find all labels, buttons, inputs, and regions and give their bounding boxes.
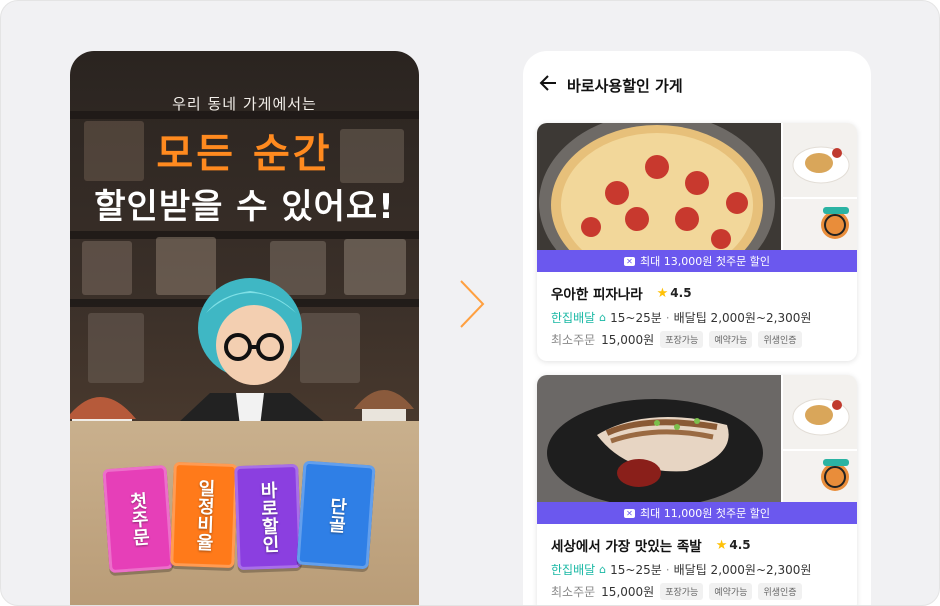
home-icon: ⌂ [599, 563, 607, 576]
page-title: 바로사용할인 가게 [567, 77, 683, 95]
discount-bar: ✕ 최대 13,000원 첫주문 할인 [537, 250, 857, 272]
star-icon: ★ [656, 285, 669, 301]
bg-box [344, 239, 406, 295]
jokbal-image [537, 375, 781, 502]
delivery-tip: 배달팁 2,000원~2,300원 [673, 563, 812, 577]
separator: · [665, 562, 670, 577]
delivery-type: 한집배달 [551, 311, 596, 325]
app-header: 바로사용할인 가게 [523, 51, 871, 115]
delivery-info: 한집배달 ⌂ 15~25분 · 배달팁 2,000원~2,300원 [551, 309, 811, 326]
store-title-row: 우아한 피자나라 ★ 4.5 [551, 283, 692, 304]
coupon-icon: ✕ [624, 508, 636, 518]
store-title-row: 세상에서 가장 맛있는 족발 ★ 4.5 [551, 535, 751, 556]
promo-banner: 우리 동네 가게에서는 모든 순간 할인받을 수 있어요! 첫주문 일정비율 바… [70, 51, 419, 605]
min-order-row: 최소주문 15,000원 포장가능 예약가능 위생인증 [551, 583, 802, 600]
mascot-image [783, 199, 857, 250]
min-order-value: 15,000원 [601, 585, 655, 599]
discount-bar: ✕ 최대 11,000원 첫주문 할인 [537, 502, 857, 524]
delivery-info: 한집배달 ⌂ 15~25분 · 배달팁 2,000원~2,300원 [551, 561, 811, 578]
min-order-row: 최소주문 15,000원 포장가능 예약가능 위생인증 [551, 331, 802, 348]
shelf [70, 231, 419, 239]
min-order-value: 15,000원 [601, 333, 655, 347]
delivery-type: 한집배달 [551, 563, 596, 577]
promo-title-highlight: 모든 순간 [156, 131, 333, 177]
store-card[interactable]: ✕ 최대 13,000원 첫주문 할인 우아한 피자나라 ★ 4.5 한집배달 … [537, 123, 857, 361]
discount-text: 최대 11,000원 첫주문 할인 [640, 507, 770, 520]
ticket-fixed-rate: 일정비율 [170, 461, 238, 569]
tag-takeout: 포장가능 [660, 583, 704, 600]
home-icon: ⌂ [599, 311, 607, 324]
delivery-time: 15~25분 [610, 311, 662, 325]
store-card[interactable]: ✕ 최대 11,000원 첫주문 할인 세상에서 가장 맛있는 족발 ★ 4.5… [537, 375, 857, 605]
discount-text: 최대 13,000원 첫주문 할인 [640, 255, 770, 268]
promo-subtitle: 우리 동네 가게에서는 [172, 95, 317, 113]
tag-reservation: 예약가능 [709, 583, 753, 600]
rating-value: 4.5 [670, 286, 692, 300]
tag-reservation: 예약가능 [709, 331, 753, 348]
back-arrow-icon[interactable] [539, 75, 557, 91]
pizza-image [537, 123, 781, 250]
ticket-first-order: 첫주문 [102, 464, 174, 574]
mascot-image [783, 451, 857, 502]
min-order-label: 최소주문 [551, 585, 596, 599]
ticket-regular: 단골 [296, 460, 376, 570]
chevron-right-icon [460, 280, 485, 328]
bg-box [88, 313, 144, 383]
delivery-time: 15~25분 [610, 563, 662, 577]
coupon-icon: ✕ [624, 256, 636, 266]
store-name: 우아한 피자나라 [551, 287, 643, 303]
tag-takeout: 포장가능 [660, 331, 704, 348]
tag-hygiene: 위생인증 [758, 583, 802, 600]
star-icon: ★ [715, 537, 728, 553]
promo-title: 할인받을 수 있어요! [94, 187, 395, 227]
tag-hygiene: 위생인증 [758, 331, 802, 348]
ticket-instant-discount: 바로할인 [234, 463, 302, 571]
side-dish-image [783, 123, 857, 197]
rating-value: 4.5 [729, 538, 751, 552]
showcase-frame: 우리 동네 가게에서는 모든 순간 할인받을 수 있어요! 첫주문 일정비율 바… [0, 0, 940, 606]
rating: ★ 4.5 [716, 538, 751, 553]
rating: ★ 4.5 [657, 286, 692, 301]
separator: · [665, 310, 670, 325]
store-name: 세상에서 가장 맛있는 족발 [551, 539, 702, 555]
delivery-tip: 배달팁 2,000원~2,300원 [673, 311, 812, 325]
min-order-label: 최소주문 [551, 333, 596, 347]
bg-box [82, 241, 132, 295]
store-list-screen: 바로사용할인 가게 ✕ 최대 13,000원 첫주문 할인 우아한 피자나라 ★… [523, 51, 871, 605]
side-dish-image [783, 375, 857, 449]
